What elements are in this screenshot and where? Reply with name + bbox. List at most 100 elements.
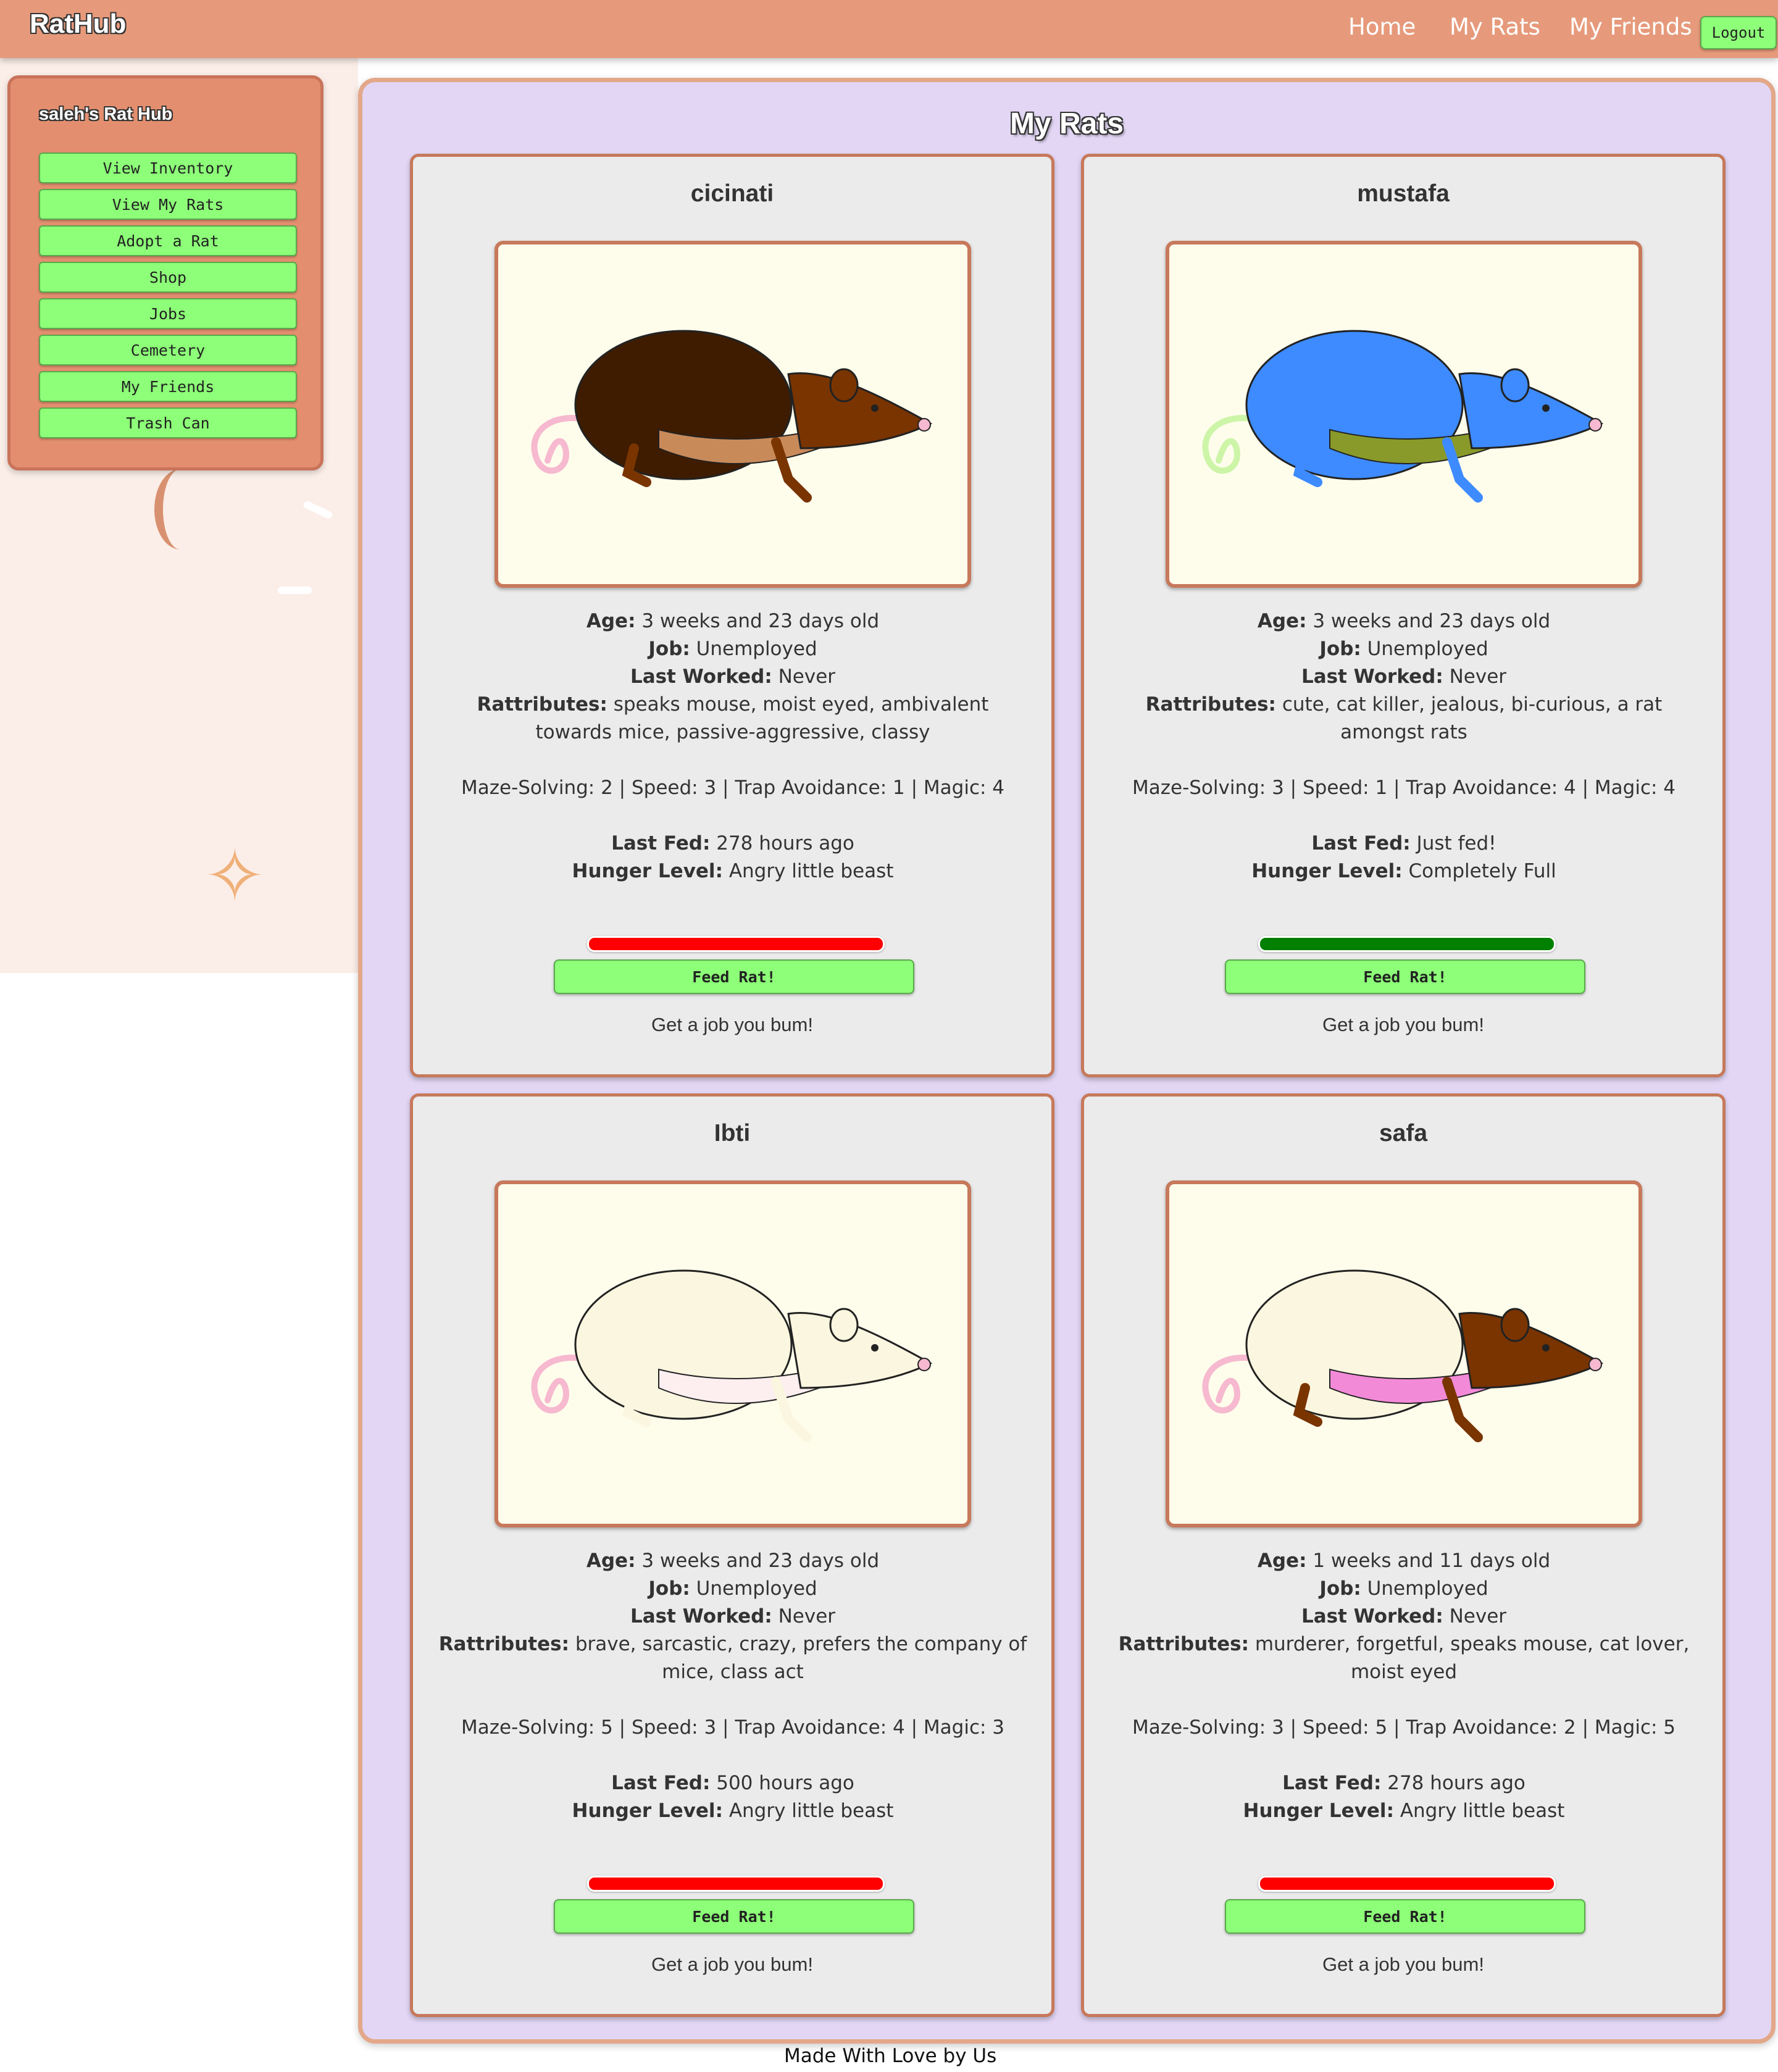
- job-message: Get a job you bum!: [1322, 1014, 1484, 1035]
- footer-text: Made With Love by Us: [784, 2045, 997, 2067]
- rat-card: Ibti Age: 3 weeks and 23 days old Job: U…: [410, 1093, 1054, 2017]
- job-message: Get a job you bum!: [1322, 1953, 1484, 1975]
- rat-card: cicinati Age: 3 weeks and 23 days old Jo…: [410, 154, 1054, 1077]
- last-worked-value: Never: [778, 666, 836, 688]
- job-line: Job: Unemployed: [1109, 1575, 1699, 1603]
- brand-logo[interactable]: RatHub: [30, 9, 126, 40]
- feed-rat-button[interactable]: Feed Rat!: [1225, 1899, 1585, 1934]
- feeding-info: Last Fed: 500 hours ago Hunger Level: An…: [438, 1769, 1028, 1825]
- job-label: Job:: [1319, 638, 1361, 660]
- job-line: Job: Unemployed: [438, 1575, 1028, 1603]
- last-fed-value: 278 hours ago: [1387, 1772, 1525, 1794]
- last-fed-line: Last Fed: 278 hours ago: [1109, 1769, 1699, 1797]
- last-worked-line: Last Worked: Never: [438, 1603, 1028, 1631]
- rat-basic-info: Age: 3 weeks and 23 days old Job: Unempl…: [438, 1547, 1028, 1631]
- rattributes-value: murderer, forgetful, speaks mouse, cat l…: [1254, 1633, 1690, 1683]
- last-worked-label: Last Worked:: [630, 666, 772, 688]
- rat-image: [1166, 1180, 1642, 1527]
- last-worked-value: Never: [778, 1605, 836, 1627]
- last-fed-line: Last Fed: 278 hours ago: [438, 830, 1028, 858]
- rat-illustration: [1202, 330, 1604, 503]
- page-title: My Rats: [1009, 107, 1124, 140]
- last-fed-line: Last Fed: 500 hours ago: [438, 1769, 1028, 1797]
- rattributes-line: Rattributes: speaks mouse, moist eyed, a…: [438, 691, 1028, 746]
- last-worked-line: Last Worked: Never: [1109, 663, 1699, 691]
- hunger-label: Hunger Level:: [572, 1800, 723, 1822]
- hunger-value: Angry little beast: [1400, 1800, 1565, 1822]
- decorative-swirl: [154, 469, 206, 549]
- hunger-value: Angry little beast: [728, 860, 894, 882]
- hunger-line: Hunger Level: Completely Full: [1109, 858, 1699, 885]
- last-fed-label: Last Fed:: [611, 832, 711, 854]
- hunger-label: Hunger Level:: [572, 860, 723, 882]
- rat-name: cicinati: [690, 180, 774, 207]
- hunger-bar: [1258, 936, 1556, 952]
- age-line: Age: 3 weeks and 23 days old: [1109, 608, 1699, 635]
- jobs-button[interactable]: Jobs: [39, 298, 297, 329]
- adopt-a-rat-button[interactable]: Adopt a Rat: [39, 225, 297, 256]
- view-my-rats-button[interactable]: View My Rats: [39, 189, 297, 220]
- hunger-value: Completely Full: [1408, 860, 1556, 882]
- hunger-label: Hunger Level:: [1251, 860, 1403, 882]
- job-message: Get a job you bum!: [651, 1953, 813, 1975]
- rat-stats: Maze-Solving: 2 | Speed: 3 | Trap Avoida…: [461, 777, 1005, 799]
- age-value: 3 weeks and 23 days old: [641, 1550, 880, 1572]
- nav-home-link[interactable]: Home: [1348, 14, 1416, 40]
- my-friends-button[interactable]: My Friends: [39, 371, 297, 402]
- sidebar: saleh's Rat Hub View Inventory View My R…: [7, 75, 323, 470]
- age-label: Age:: [1257, 1550, 1307, 1572]
- last-fed-label: Last Fed:: [1282, 1772, 1382, 1794]
- hunger-line: Hunger Level: Angry little beast: [438, 858, 1028, 885]
- rat-name: Ibti: [714, 1120, 751, 1147]
- hunger-bar: [587, 1876, 885, 1892]
- feeding-info: Last Fed: Just fed! Hunger Level: Comple…: [1109, 830, 1699, 885]
- last-fed-label: Last Fed:: [611, 1772, 711, 1794]
- job-label: Job:: [1319, 1577, 1361, 1600]
- last-fed-value: Just fed!: [1416, 832, 1496, 854]
- shop-button[interactable]: Shop: [39, 262, 297, 293]
- last-worked-label: Last Worked:: [1301, 666, 1443, 688]
- top-navbar: RatHub Home My Rats My Friends Logout: [0, 0, 1778, 58]
- logout-button[interactable]: Logout: [1700, 16, 1777, 49]
- rat-basic-info: Age: 3 weeks and 23 days old Job: Unempl…: [438, 608, 1028, 691]
- age-value: 3 weeks and 23 days old: [1313, 610, 1551, 632]
- hunger-value: Angry little beast: [728, 1800, 894, 1822]
- trash-can-button[interactable]: Trash Can: [39, 407, 297, 438]
- job-value: Unemployed: [696, 638, 817, 660]
- rat-image: [495, 241, 971, 588]
- cemetery-button[interactable]: Cemetery: [39, 335, 297, 366]
- feed-rat-button[interactable]: Feed Rat!: [1225, 959, 1585, 994]
- age-label: Age:: [586, 1550, 636, 1572]
- feed-rat-button[interactable]: Feed Rat!: [554, 1899, 914, 1934]
- last-worked-value: Never: [1449, 1605, 1507, 1627]
- last-fed-line: Last Fed: Just fed!: [1109, 830, 1699, 858]
- sidebar-title: saleh's Rat Hub: [39, 104, 173, 124]
- age-value: 3 weeks and 23 days old: [641, 610, 880, 632]
- rattributes-label: Rattributes:: [438, 1633, 569, 1655]
- job-line: Job: Unemployed: [1109, 635, 1699, 663]
- rattributes-line: Rattributes: murderer, forgetful, speaks…: [1109, 1631, 1699, 1686]
- last-fed-value: 500 hours ago: [716, 1772, 854, 1794]
- age-label: Age:: [1257, 610, 1307, 632]
- last-worked-value: Never: [1449, 666, 1507, 688]
- rattributes-line: Rattributes: brave, sarcastic, crazy, pr…: [438, 1631, 1028, 1686]
- last-fed-label: Last Fed:: [1311, 832, 1411, 854]
- rat-illustration: [531, 330, 933, 503]
- rat-card: safa Age: 1 weeks and 11 days old Job: U…: [1081, 1093, 1726, 2017]
- rat-card: mustafa Age: 3 weeks and 23 days old Job…: [1081, 154, 1726, 1077]
- last-fed-value: 278 hours ago: [716, 832, 854, 854]
- age-line: Age: 3 weeks and 23 days old: [438, 608, 1028, 635]
- my-rats-panel: My Rats cicinati Age: 3 weeks and 23 day…: [358, 78, 1776, 2044]
- nav-my-friends-link[interactable]: My Friends: [1569, 14, 1692, 40]
- nav-my-rats-link[interactable]: My Rats: [1450, 14, 1540, 40]
- view-inventory-button[interactable]: View Inventory: [39, 152, 297, 183]
- rattributes-label: Rattributes:: [1145, 693, 1276, 716]
- rat-name: safa: [1379, 1120, 1428, 1147]
- job-label: Job:: [648, 1577, 690, 1600]
- rat-stats: Maze-Solving: 5 | Speed: 3 | Trap Avoida…: [461, 1716, 1005, 1739]
- job-value: Unemployed: [1367, 638, 1488, 660]
- rat-basic-info: Age: 3 weeks and 23 days old Job: Unempl…: [1109, 608, 1699, 691]
- age-label: Age:: [586, 610, 636, 632]
- rat-stats: Maze-Solving: 3 | Speed: 1 | Trap Avoida…: [1132, 777, 1676, 799]
- feed-rat-button[interactable]: Feed Rat!: [554, 959, 914, 994]
